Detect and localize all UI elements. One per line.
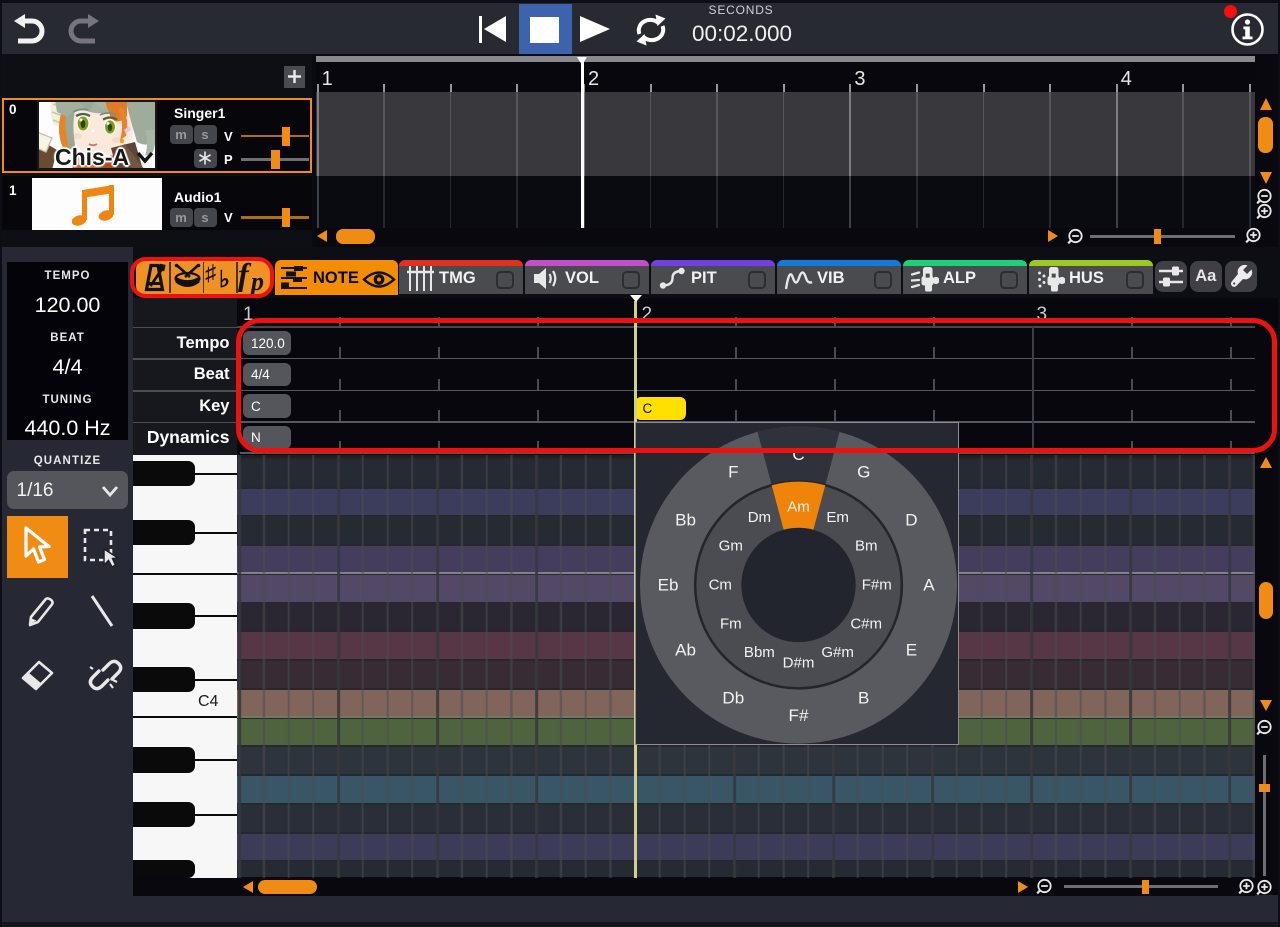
svg-text:G#m: G#m bbox=[821, 644, 854, 661]
svg-text:A: A bbox=[923, 575, 935, 594]
svg-text:D: D bbox=[905, 510, 917, 529]
svg-text:Bb: Bb bbox=[675, 510, 696, 529]
svg-text:C#m: C#m bbox=[850, 615, 882, 632]
svg-text:F#: F# bbox=[789, 705, 809, 724]
svg-text:Ab: Ab bbox=[675, 640, 696, 659]
svg-text:Am: Am bbox=[787, 498, 810, 515]
svg-text:Bm: Bm bbox=[855, 537, 878, 554]
svg-text:F#m: F#m bbox=[862, 576, 892, 593]
svg-text:Bbm: Bbm bbox=[744, 644, 775, 661]
svg-text:Fm: Fm bbox=[720, 615, 742, 632]
svg-text:F: F bbox=[728, 462, 738, 481]
svg-text:Dm: Dm bbox=[748, 508, 771, 525]
svg-text:Gm: Gm bbox=[719, 537, 743, 554]
svg-text:B: B bbox=[858, 688, 869, 707]
svg-text:D#m: D#m bbox=[783, 654, 815, 671]
svg-text:Db: Db bbox=[722, 688, 744, 707]
svg-text:Eb: Eb bbox=[658, 575, 679, 594]
svg-text:Em: Em bbox=[826, 508, 849, 525]
svg-text:Cm: Cm bbox=[709, 576, 732, 593]
svg-text:E: E bbox=[906, 640, 917, 659]
svg-text:G: G bbox=[857, 462, 870, 481]
